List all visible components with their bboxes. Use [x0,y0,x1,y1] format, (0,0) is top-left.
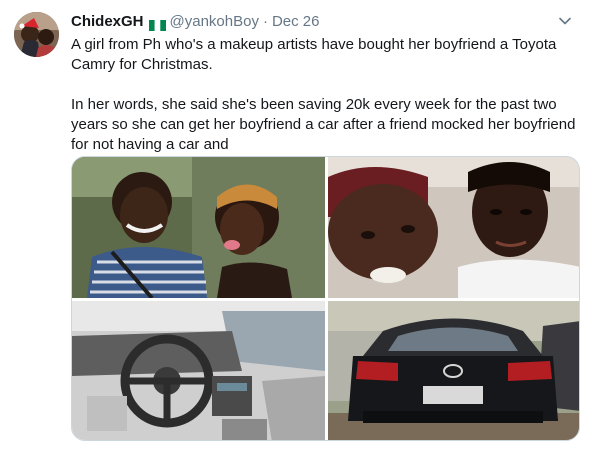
tweet-text: A girl from Ph who's a makeup artists ha… [71,35,579,155]
chevron-down-icon[interactable] [558,14,572,28]
tweet-paragraph: A girl from Ph who's a makeup artists ha… [71,36,557,73]
tweet-header: ChidexGH @yankohBoy · Dec 26 [71,12,576,32]
user-handle[interactable]: @yankohBoy [170,12,259,32]
display-name[interactable]: ChidexGH [71,12,144,32]
photo-toyota-camry-rear[interactable] [328,301,579,440]
nigeria-flag-icon [148,17,166,31]
tweet-date[interactable]: Dec 26 [272,12,320,32]
media-grid [71,156,580,441]
tweet-paragraph: In her words, she said she's been saving… [71,96,576,153]
avatar[interactable] [14,12,59,57]
photo-car-interior[interactable] [72,301,325,440]
separator-dot: · [262,13,268,30]
photo-couple-selfie-outdoors[interactable] [72,157,325,298]
photo-couple-selfie-close-up[interactable] [328,157,579,298]
